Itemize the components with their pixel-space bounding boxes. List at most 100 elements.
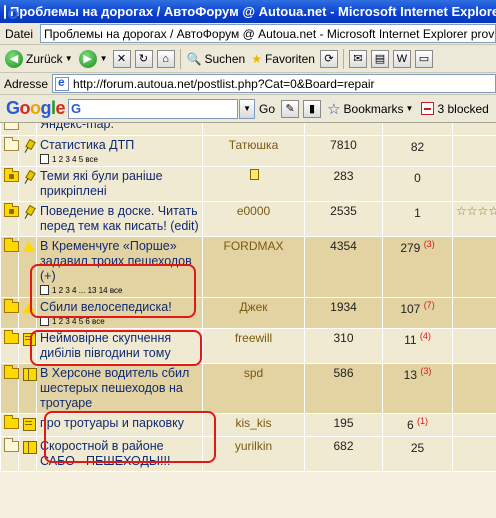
google-logo-letter: e [55,98,66,118]
popup-blocker-button[interactable]: 3 blocked [417,102,492,116]
author-link[interactable]: kis_kis [235,416,271,430]
replies-cell: 279 (3) [382,236,453,298]
topic-link[interactable]: Теми які були раніше прикріплені [40,169,199,199]
folder-cell [0,135,19,167]
back-dropdown-icon[interactable]: ▼ [65,54,73,63]
topic-cell: про тротуары и парковку [36,413,203,437]
address-bar: Adresse http://forum.autoua.net/postlist… [0,73,496,95]
author-cell: e0000 [202,201,305,237]
bookmarks-button[interactable]: ☆ Bookmarks ▼ [323,100,417,118]
topic-link[interactable]: Поведение в доске. Читать перед тем как … [40,204,199,234]
search-button[interactable]: 🔍 Suchen [184,47,249,71]
google-logo-letter: o [30,98,41,118]
hot-folder-icon [4,330,19,344]
author-cell: freewill [202,328,305,364]
replies-count: 107 [400,302,421,316]
author-link[interactable]: FORDMAX [224,239,284,253]
rating-cell [452,297,496,329]
author-link[interactable]: spd [244,366,263,380]
topic-link[interactable]: про тротуары и парковку [40,416,199,431]
replies-count: 25 [410,441,425,455]
thread-icon-cell [18,297,37,329]
home-icon[interactable]: ⌂ [156,49,175,68]
google-logo[interactable]: Google [0,98,68,119]
replies-cell: 1 [382,201,453,237]
refresh-icon[interactable]: ↻ [134,49,153,68]
topic-link[interactable]: В Херсоне водитель сбил шестерых пешеход… [40,366,199,411]
topic-cell: В Херсоне водитель сбил шестерых пешеход… [36,363,203,414]
folder-cell [0,436,19,472]
author-cell: yurilkin [202,436,305,472]
page-links-text[interactable]: 1 2 3 4 ... 13 14 все [52,286,122,295]
author-link[interactable]: Джек [239,300,267,314]
topic-link[interactable]: Неймовірне скупчення дибілів півгодини т… [40,331,199,361]
topic-cell: Поведение в доске. Читать перед тем как … [36,201,203,237]
page-links[interactable]: 1 2 3 4 5 6 все [40,316,199,326]
page-links-text[interactable]: 1 2 3 4 5 6 все [52,317,105,326]
stop-icon[interactable]: ✕ [112,49,131,68]
new-replies-badge: (4) [419,331,431,341]
forward-dropdown-icon[interactable]: ▼ [100,54,108,63]
topic-cell: Статистика ДТП 1 2 3 4 5 все [36,135,203,167]
topic-link[interactable]: Яндекс-map. [40,123,199,132]
rating-cell [452,166,496,202]
address-input[interactable]: http://forum.autoua.net/postlist.php?Cat… [52,74,496,93]
views-cell: 195 [304,413,383,437]
edit-icon[interactable]: W [392,49,411,68]
author-link[interactable]: Татюшка [229,138,279,152]
replies-cell [382,123,453,136]
replies-count: 279 [400,241,421,255]
hot-folder-icon [4,365,19,379]
thread-icon-cell [18,201,37,237]
menu-file[interactable]: Datei [0,27,38,41]
thread-row: Скоростной в районе САБО - ПЕШЕХОДЫ!!! yu… [0,436,496,472]
rating-cell: ☆☆☆☆☆ [452,201,496,237]
forward-button[interactable]: ▶ ▼ [76,47,111,71]
replies-cell: 6 (1) [382,413,453,437]
topic-link[interactable]: Сбили велосепедиска! [40,300,199,315]
book-icon [22,367,37,381]
pin-icon [22,205,36,219]
window-text-field: Проблемы на дорогах / АвтоФорум @ Autoua… [40,24,496,43]
topic-link[interactable]: В Кременчуге «Порше» задавил троих пешех… [40,239,199,284]
views-cell: 2535 [304,201,383,237]
pages-icon [40,316,49,326]
google-toolbar: Google G ▼ Go ✎ ▮ ☆ Bookmarks ▼ 3 blocke… [0,95,496,123]
replies-count: 6 [406,418,414,432]
author-link[interactable]: freewill [235,331,272,345]
replies-cell: 107 (7) [382,297,453,329]
locked-folder-icon [4,168,19,182]
replies-count: 13 [403,368,417,382]
back-button[interactable]: ◀ Zurück ▼ [2,47,76,71]
google-search-input[interactable]: G [68,98,239,119]
history-icon[interactable]: ⟳ [319,49,338,68]
topic-link[interactable]: Скоростной в районе САБО - ПЕШЕХОДЫ!!! [40,439,199,469]
mail-icon[interactable]: ✉ [348,49,367,68]
author-cell: spd [202,363,305,414]
google-go-button[interactable]: Go [255,102,279,116]
page-links[interactable]: 1 2 3 4 5 все [40,154,199,164]
topic-cell: Яндекс-map. [36,123,203,136]
google-search-dropdown[interactable]: ▼ [239,98,256,119]
favorites-button[interactable]: ★ Favoriten [248,47,318,71]
bookmarks-dropdown-icon: ▼ [405,104,414,113]
page-links[interactable]: 1 2 3 4 ... 13 14 все [40,285,199,295]
page-links-text[interactable]: 1 2 3 4 5 все [52,155,98,164]
folder-icon [4,123,19,130]
google-tool-icon[interactable]: ✎ [281,99,300,118]
thread-icon-cell [18,363,37,414]
print-icon[interactable]: ▤ [370,49,389,68]
replies-count: 82 [410,140,425,154]
pagerank-icon[interactable]: ▮ [303,99,322,118]
topic-cell: Скоростной в районе САБО - ПЕШЕХОДЫ!!! [36,436,203,472]
topic-link[interactable]: Статистика ДТП [40,138,199,153]
toolbar-separator [342,48,344,69]
author-link[interactable]: e0000 [237,204,270,218]
pages-icon [40,154,49,164]
thread-icon-cell [18,436,37,472]
thread-row: Неймовірне скупчення дибілів півгодини т… [0,328,496,364]
author-link[interactable]: yurilkin [235,439,272,453]
toolbar-separator [179,48,181,69]
replies-cell: 82 [382,135,453,167]
discuss-icon[interactable]: ▭ [414,49,433,68]
